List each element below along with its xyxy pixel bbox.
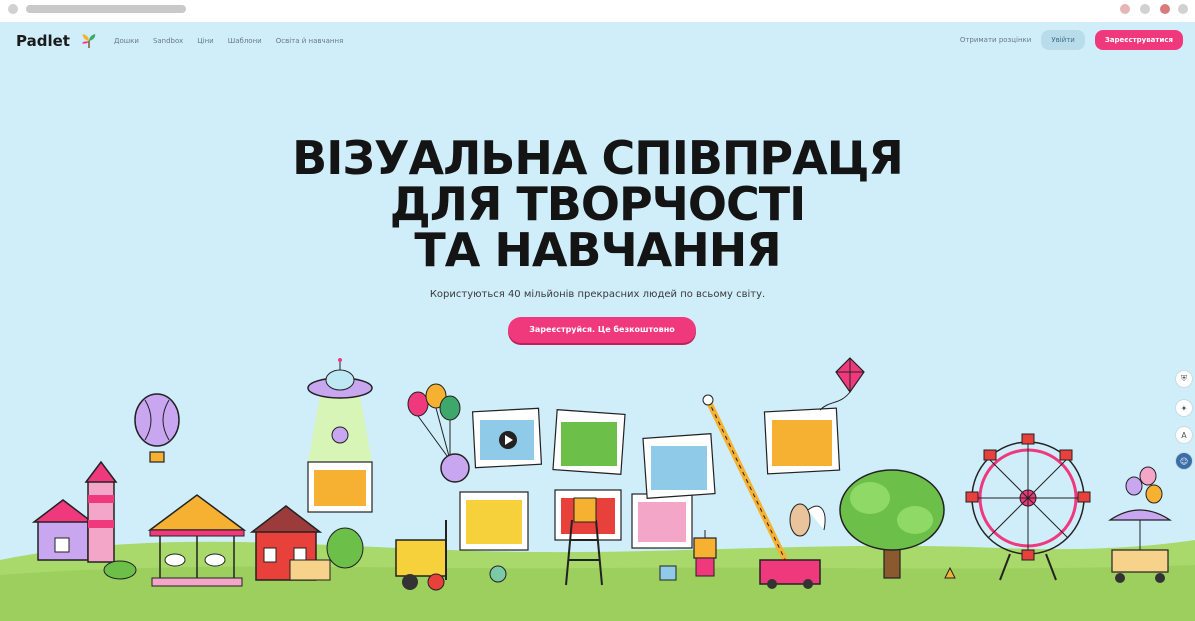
nav-link-sandbox[interactable]: Sandbox [153, 37, 183, 45]
nav-actions: Отримати розцінки Увійти Зареєструватися [960, 30, 1183, 50]
top-nav: Padlet Дошки Sandbox Ціни Шаблони Освіта… [0, 22, 1195, 62]
hero-subtitle: Користуються 40 мільйонів прекрасних люд… [429, 289, 766, 300]
padlet-leaf-icon [82, 34, 96, 48]
login-button[interactable]: Увійти [1041, 30, 1085, 50]
browser-control-icon[interactable] [8, 4, 18, 14]
hero-title-line: ДЛЯ ТВОРЧОСТІ [389, 177, 806, 231]
get-pricing-link[interactable]: Отримати розцінки [960, 36, 1032, 44]
chat-icon[interactable]: ☺ [1175, 452, 1193, 470]
shield-icon[interactable]: ⛨ [1175, 370, 1193, 388]
bulb-icon[interactable]: ✦ [1175, 399, 1193, 417]
translate-icon[interactable]: A [1175, 426, 1193, 444]
hero-signup-button[interactable]: Зареєструйся. Це безкоштовно [508, 317, 696, 343]
browser-extension-icon[interactable] [1160, 4, 1170, 14]
browser-extension-icon[interactable] [1120, 4, 1130, 14]
nav-link-boards[interactable]: Дошки [114, 37, 139, 45]
hero-title-line: ВІЗУАЛЬНА СПІВПРАЦЯ [292, 131, 904, 185]
browser-menu-icon[interactable] [1178, 4, 1188, 14]
nav-link-education[interactable]: Освіта й навчання [276, 37, 344, 45]
hero-title-line: ТА НАВЧАННЯ [414, 223, 781, 277]
nav-link-templates[interactable]: Шаблони [228, 37, 262, 45]
nav-links: Дошки Sandbox Ціни Шаблони Освіта й навч… [114, 37, 343, 45]
signup-button[interactable]: Зареєструватися [1094, 30, 1183, 50]
hero-title: ВІЗУАЛЬНА СПІВПРАЦЯ ДЛЯ ТВОРЧОСТІ ТА НАВ… [0, 135, 1195, 273]
browser-top-strip [0, 0, 1195, 22]
nav-link-pricing[interactable]: Ціни [197, 37, 214, 45]
padlet-logo[interactable]: Padlet [16, 32, 70, 50]
browser-extension-icon[interactable] [1140, 4, 1150, 14]
browser-address-bar[interactable] [26, 5, 186, 13]
